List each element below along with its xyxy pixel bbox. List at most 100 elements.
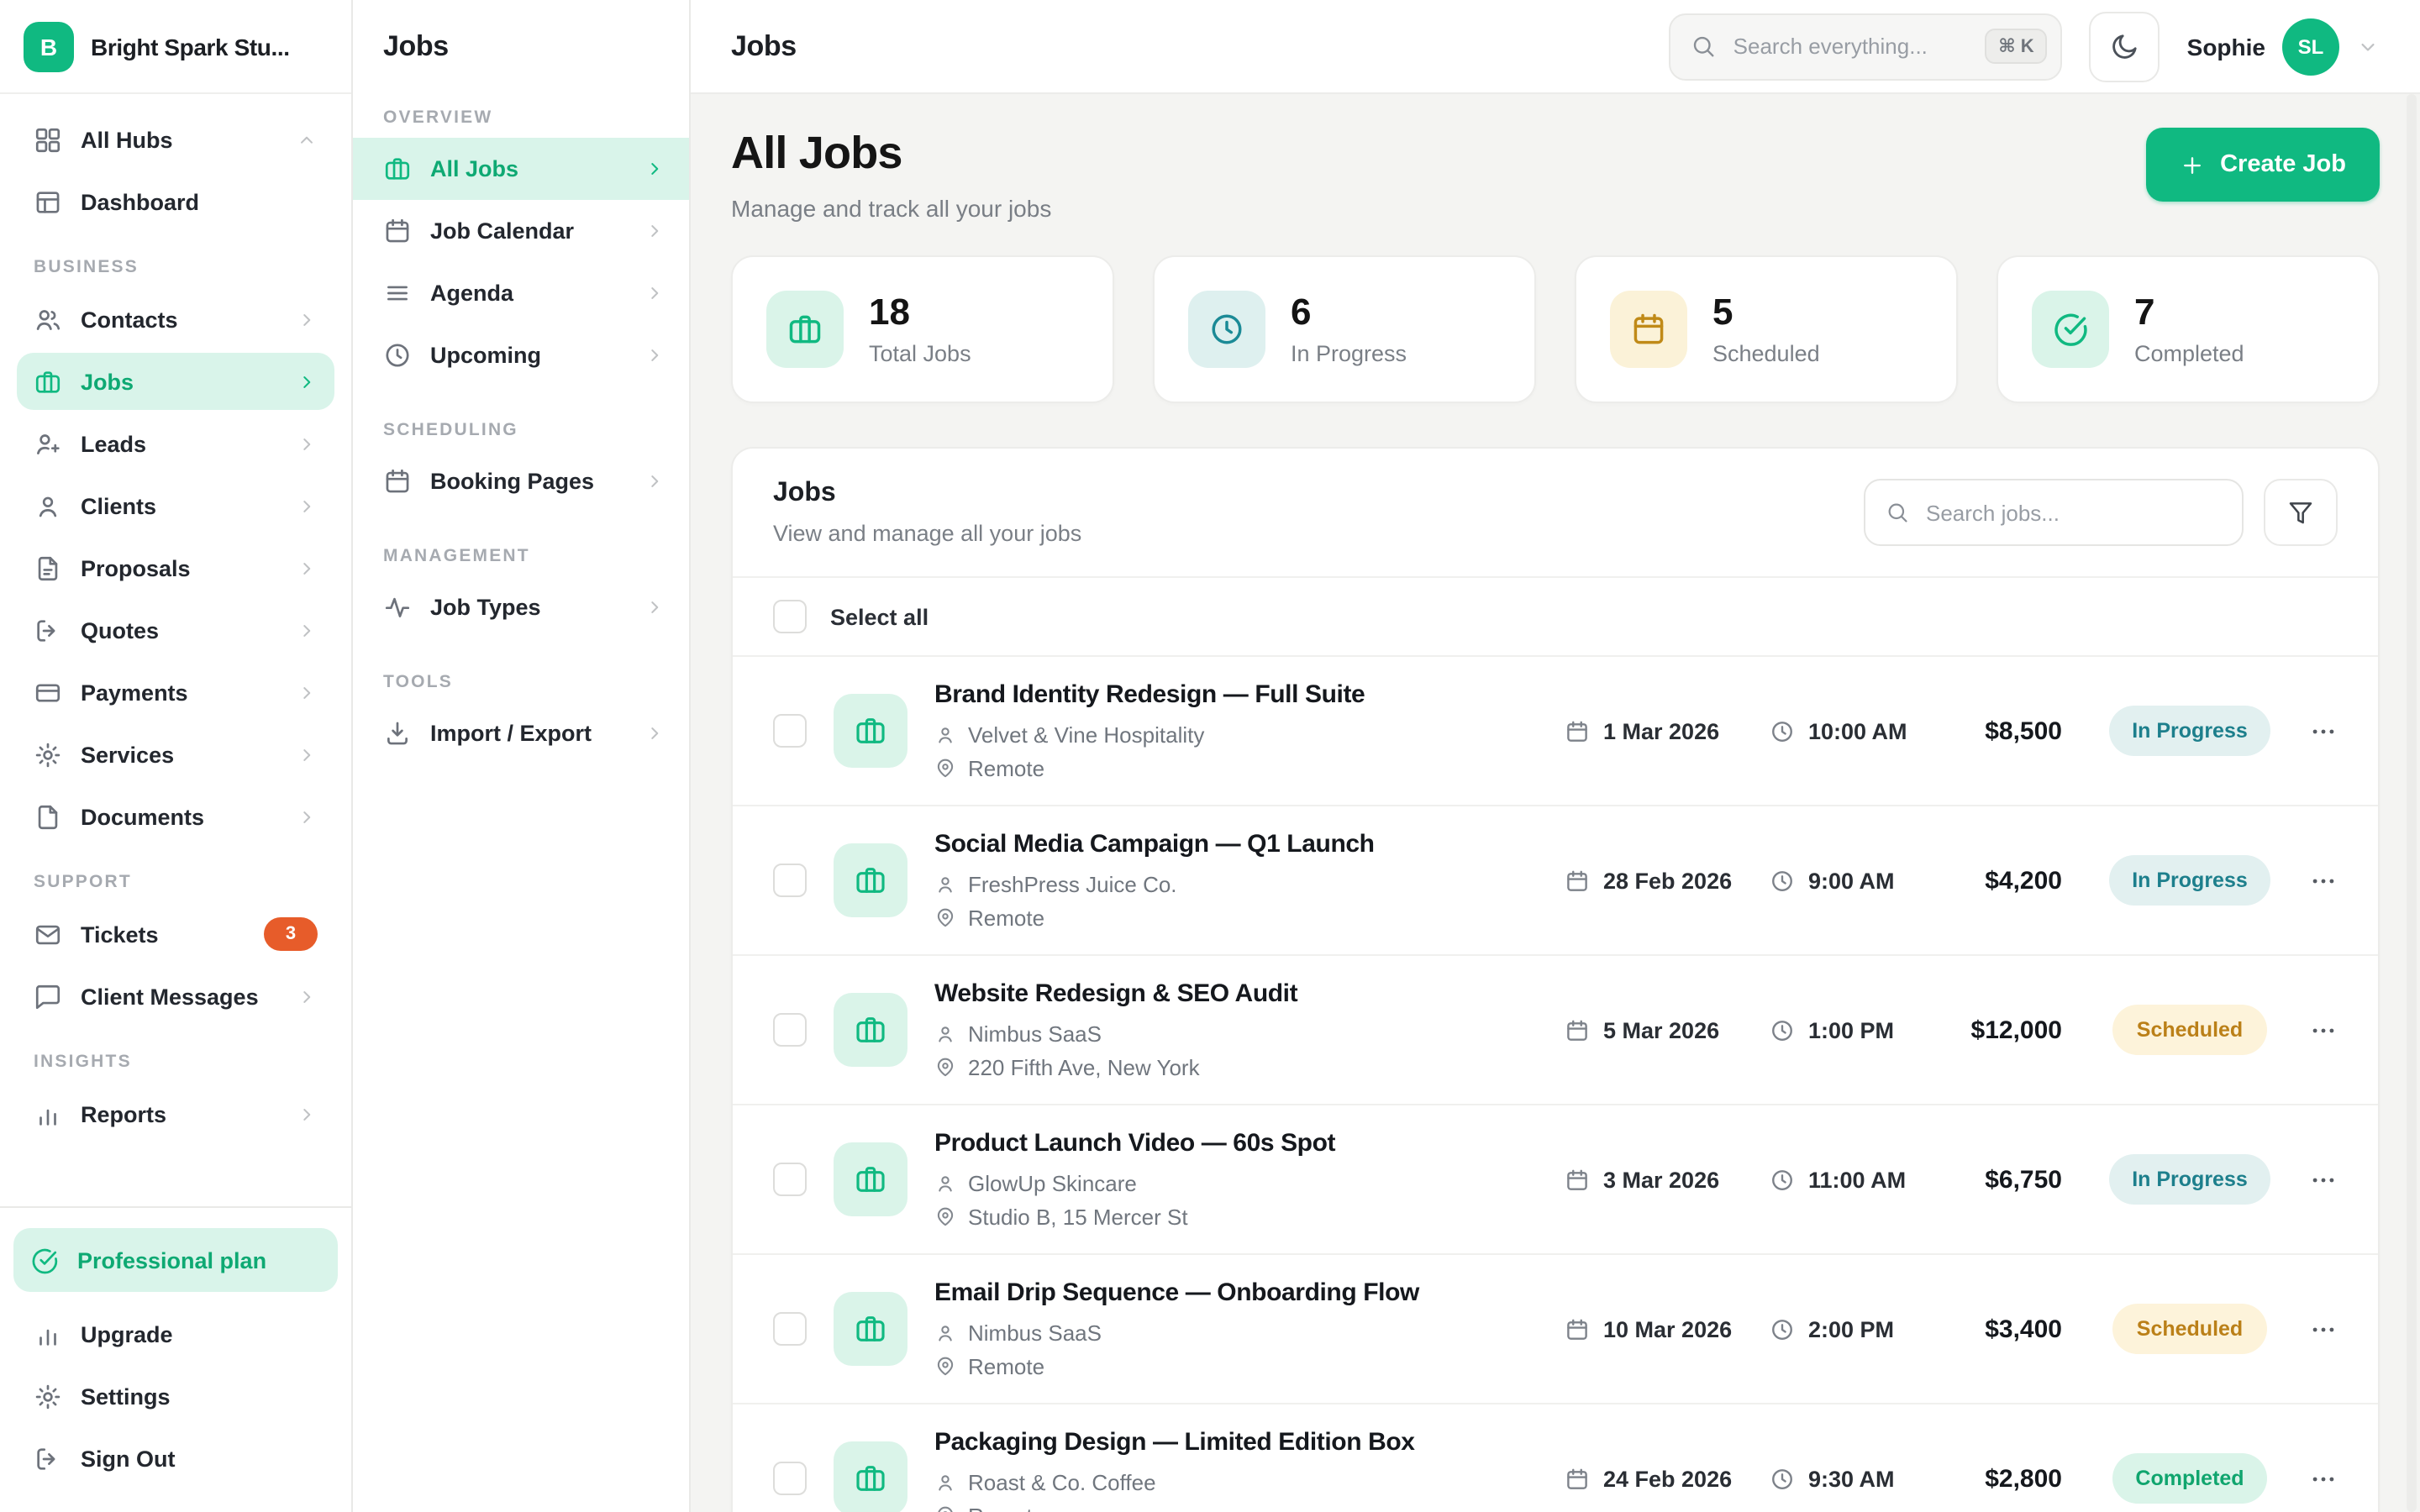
nav-label: Client Messages xyxy=(81,984,277,1009)
row-actions-button[interactable] xyxy=(2281,866,2338,895)
global-search-input[interactable] xyxy=(1730,32,1972,60)
section-label-business: BUSINESS xyxy=(0,257,351,277)
workspace-switcher[interactable]: B Bright Spark Stu... xyxy=(0,0,351,94)
row-actions-button[interactable] xyxy=(2281,1464,2338,1493)
sidebar-item-dashboard[interactable]: Dashboard xyxy=(17,173,334,230)
clock-icon xyxy=(383,341,412,370)
subnav-item-job-types[interactable]: Job Types xyxy=(353,576,689,638)
row-actions-button[interactable] xyxy=(2281,1315,2338,1343)
sidebar-footer: Professional plan Upgrade Settings Sign Out xyxy=(0,1206,351,1512)
user-icon xyxy=(934,1173,956,1194)
job-title[interactable]: Brand Identity Redesign — Full Suite xyxy=(934,680,1548,709)
job-title[interactable]: Packaging Design — Limited Edition Box xyxy=(934,1428,1548,1457)
jobs-search[interactable] xyxy=(1864,479,2244,546)
row-checkbox[interactable] xyxy=(773,1462,807,1495)
jobs-search-input[interactable] xyxy=(1923,498,2222,527)
sidebar-item-client-messages[interactable]: Client Messages xyxy=(17,968,334,1025)
briefcase-icon xyxy=(834,993,908,1067)
sidebar-item-settings[interactable]: Settings xyxy=(17,1368,334,1425)
jobs-subnav: Jobs OVERVIEWAll JobsJob CalendarAgendaU… xyxy=(353,0,691,1512)
jobs-panel-subtitle: View and manage all your jobs xyxy=(773,521,1081,546)
scrollbar[interactable] xyxy=(2407,94,2417,1512)
global-search[interactable]: ⌘ K xyxy=(1670,13,2063,80)
subnav-item-import-export[interactable]: Import / Export xyxy=(353,702,689,764)
job-row-social-media-campaign-q1-launch[interactable]: Social Media Campaign — Q1 Launch FreshPr… xyxy=(733,806,2378,956)
chevron-right-icon xyxy=(296,557,318,579)
job-time: 11:00 AM xyxy=(1770,1167,1944,1192)
job-row-email-drip-sequence-onboarding-flow[interactable]: Email Drip Sequence — Onboarding FlowNim… xyxy=(733,1255,2378,1404)
dark-mode-toggle[interactable] xyxy=(2090,11,2160,81)
subnav-item-upcoming[interactable]: Upcoming xyxy=(353,324,689,386)
row-checkbox[interactable] xyxy=(773,1013,807,1047)
job-title[interactable]: Product Launch Video — 60s Spot xyxy=(934,1129,1548,1158)
sidebar-item-documents[interactable]: Documents xyxy=(17,788,334,845)
credit-card-icon xyxy=(34,678,62,706)
sidebar-item-tickets[interactable]: Tickets3 xyxy=(17,906,334,963)
sidebar-item-all-hubs[interactable]: All Hubs xyxy=(17,111,334,168)
chevron-right-icon xyxy=(644,344,666,366)
nav-label: Proposals xyxy=(81,555,277,580)
job-row-website-redesign-seo-audit[interactable]: Website Redesign & SEO AuditNimbus SaaS2… xyxy=(733,956,2378,1105)
stat-value: 18 xyxy=(869,293,971,333)
sidebar-item-clients[interactable]: Clients xyxy=(17,477,334,534)
job-date: 28 Feb 2026 xyxy=(1565,868,1770,893)
sidebar-item-quotes[interactable]: Quotes xyxy=(17,601,334,659)
calendar-icon xyxy=(383,217,412,245)
user-menu[interactable]: Sophie SL xyxy=(2187,18,2380,75)
select-all-checkbox[interactable] xyxy=(773,600,807,633)
job-title[interactable]: Social Media Campaign — Q1 Launch xyxy=(934,830,1548,858)
jobs-panel-header: Jobs View and manage all your jobs xyxy=(733,449,2378,578)
briefcase-icon xyxy=(834,1441,908,1512)
row-checkbox[interactable] xyxy=(773,1163,807,1196)
job-client: Nimbus SaaS xyxy=(934,1021,1548,1047)
sidebar-item-reports[interactable]: Reports xyxy=(17,1085,334,1142)
job-row-packaging-design-limited-edition-box[interactable]: Packaging Design — Limited Edition BoxRo… xyxy=(733,1404,2378,1512)
job-row-product-launch-video-60s-spot[interactable]: Product Launch Video — 60s SpotGlowUp Sk… xyxy=(733,1105,2378,1255)
sidebar-item-leads[interactable]: Leads xyxy=(17,415,334,472)
sidebar-item-proposals[interactable]: Proposals xyxy=(17,539,334,596)
clock-icon xyxy=(1188,291,1265,368)
sidebar-item-sign-out[interactable]: Sign Out xyxy=(17,1430,334,1487)
job-location: Remote xyxy=(934,906,1548,931)
job-row-brand-identity-redesign-full-suite[interactable]: Brand Identity Redesign — Full SuiteVelv… xyxy=(733,657,2378,806)
top-bar: Jobs ⌘ K Sophie SL xyxy=(691,0,2420,94)
chevron-right-icon xyxy=(296,806,318,827)
row-actions-button[interactable] xyxy=(2281,1016,2338,1044)
calendar-icon xyxy=(1565,1017,1590,1042)
row-checkbox[interactable] xyxy=(773,714,807,748)
briefcase-icon xyxy=(834,1142,908,1216)
job-client: FreshPress Juice Co. xyxy=(934,872,1548,897)
sidebar-item-jobs[interactable]: Jobs xyxy=(17,353,334,410)
nav-label: Settings xyxy=(81,1383,318,1409)
subnav-item-agenda[interactable]: Agenda xyxy=(353,262,689,324)
clock-icon xyxy=(1770,718,1795,743)
row-checkbox[interactable] xyxy=(773,1312,807,1346)
subnav-item-all-jobs[interactable]: All Jobs xyxy=(353,138,689,200)
check-circle-icon xyxy=(2032,291,2109,368)
row-actions-button[interactable] xyxy=(2281,717,2338,745)
sidebar-item-services[interactable]: Services xyxy=(17,726,334,783)
job-title[interactable]: Email Drip Sequence — Onboarding Flow xyxy=(934,1278,1548,1307)
funnel-icon xyxy=(2287,499,2314,526)
map-pin-icon xyxy=(934,1057,956,1079)
sidebar-item-upgrade[interactable]: Upgrade xyxy=(17,1305,334,1362)
sidebar-item-payments[interactable]: Payments xyxy=(17,664,334,721)
create-job-button[interactable]: Create Job xyxy=(2146,128,2380,202)
job-date: 5 Mar 2026 xyxy=(1565,1017,1770,1042)
subnav-item-job-calendar[interactable]: Job Calendar xyxy=(353,200,689,262)
user-icon xyxy=(934,874,956,895)
row-actions-button[interactable] xyxy=(2281,1165,2338,1194)
check-circle-icon xyxy=(30,1246,59,1274)
sidebar-item-professional-plan[interactable]: Professional plan xyxy=(13,1228,338,1292)
job-title[interactable]: Website Redesign & SEO Audit xyxy=(934,979,1548,1008)
sidebar-item-contacts[interactable]: Contacts xyxy=(17,291,334,348)
filter-button[interactable] xyxy=(2264,479,2338,546)
job-price: $2,800 xyxy=(1944,1464,2062,1493)
row-checkbox[interactable] xyxy=(773,864,807,897)
job-time: 9:30 AM xyxy=(1770,1466,1944,1491)
page-title: All Jobs xyxy=(731,128,1051,180)
status-badge: In Progress xyxy=(2099,855,2281,906)
nav-label: Job Types xyxy=(430,595,625,620)
chevron-up-icon xyxy=(296,129,318,150)
subnav-item-booking-pages[interactable]: Booking Pages xyxy=(353,450,689,512)
